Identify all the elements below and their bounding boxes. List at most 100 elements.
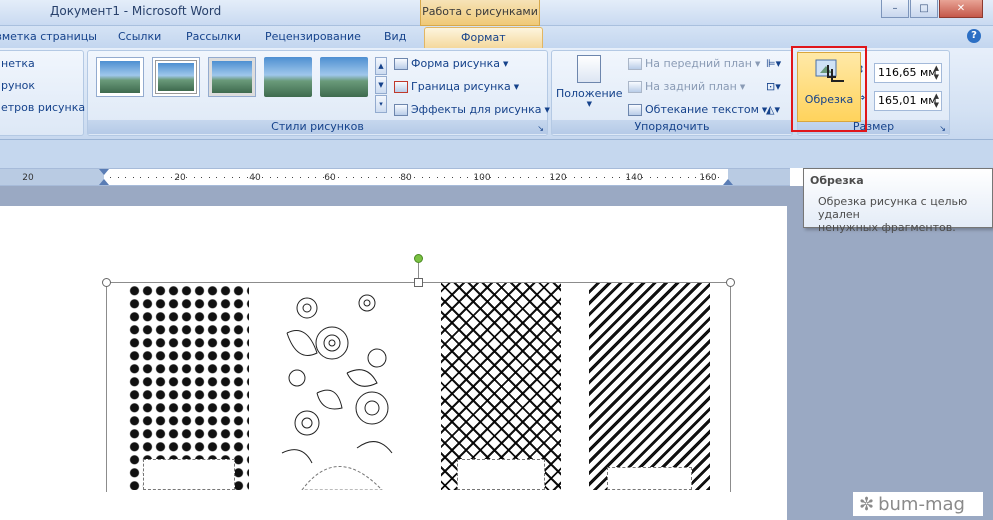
rotate-icon[interactable]: ◭▾	[766, 103, 780, 116]
ruler-dot	[702, 177, 704, 178]
tooltip-title: Обрезка	[810, 174, 864, 187]
ruler-dot	[558, 177, 560, 178]
position-button[interactable]: Положение ▼	[556, 55, 623, 108]
text-wrap-button[interactable]: Обтекание текстом ▼	[628, 103, 767, 116]
ruler-dot	[611, 177, 613, 178]
ruler-dot	[657, 177, 659, 178]
group-icon[interactable]: ⊡▾	[766, 80, 781, 93]
resize-handle-top-right[interactable]	[726, 278, 735, 287]
position-icon	[577, 55, 602, 83]
picture-selection-frame[interactable]	[106, 282, 731, 492]
style-thumb[interactable]	[152, 57, 200, 97]
ruler-dot	[284, 177, 286, 178]
ruler-dot	[604, 177, 605, 178]
tab-references[interactable]: Ссылки	[118, 30, 161, 43]
ruler-dot	[178, 177, 180, 178]
style-gallery	[96, 57, 368, 97]
ruler-dot	[414, 177, 415, 178]
width-value: 165,01 мм	[878, 94, 937, 107]
ruler-dot	[117, 177, 119, 178]
ruler-label: 80	[400, 173, 412, 183]
ruler-dot	[626, 177, 628, 178]
send-back-label: На задний план	[645, 80, 737, 93]
help-icon[interactable]: ?	[967, 29, 981, 43]
height-input[interactable]: 116,65 мм ▲ ▼	[874, 63, 942, 83]
dropdown-arrow-icon: ▼	[502, 59, 509, 68]
tab-format[interactable]: Формат	[424, 27, 543, 49]
ribbon-bottom-band	[0, 140, 993, 168]
resize-handle-top-left[interactable]	[102, 278, 111, 287]
ruler-dot	[125, 177, 127, 178]
tab-view[interactable]: Вид	[384, 30, 406, 43]
ruler-dot	[322, 177, 324, 178]
title-bar: Документ1 - Microsoft Word Работа с рису…	[0, 0, 993, 26]
tab-page-layout[interactable]: зметка страницы	[0, 30, 97, 43]
ribbon-item-2[interactable]: рунок	[1, 79, 35, 92]
gallery-up-icon[interactable]: ▲	[375, 57, 387, 75]
ruler-dot	[718, 177, 719, 178]
gallery-down-icon[interactable]: ▼	[375, 76, 387, 94]
right-indent-icon[interactable]	[723, 179, 733, 185]
ruler-dot	[444, 177, 446, 178]
style-thumb[interactable]	[208, 57, 256, 97]
align-icon[interactable]: ⊫▾	[766, 57, 781, 70]
horizontal-ruler[interactable]: 20 20 40 60 80 100 120 140 160	[0, 168, 790, 186]
tab-review[interactable]: Рецензирование	[265, 30, 361, 43]
ribbon-tabs: зметка страницы Ссылки Рассылки Рецензир…	[0, 26, 993, 49]
ruler-dot	[186, 177, 187, 178]
send-back-button[interactable]: На задний план ▼	[628, 80, 745, 93]
first-line-indent-icon[interactable]	[99, 169, 109, 175]
picture-effects-button[interactable]: Эффекты для рисунка ▼	[394, 103, 550, 116]
resize-handle-top[interactable]	[414, 278, 423, 287]
width-input[interactable]: 165,01 мм ▲ ▼	[874, 91, 942, 111]
dialog-launcher-icon[interactable]: ↘	[537, 124, 544, 133]
ruler-dot	[140, 177, 142, 178]
ruler-dot	[292, 177, 294, 178]
ruler-dot	[254, 177, 256, 178]
minimize-button[interactable]: –	[881, 0, 909, 18]
tab-mailings[interactable]: Рассылки	[186, 30, 241, 43]
ruler-dot	[239, 177, 241, 178]
ruler-dot	[368, 177, 370, 178]
spinner-icon[interactable]: ▲ ▼	[934, 92, 939, 110]
position-label: Положение	[556, 87, 623, 100]
picture-border-button[interactable]: Граница рисунка ▼	[394, 80, 519, 93]
ruler-dot	[224, 177, 225, 178]
ruler-dot	[680, 177, 681, 178]
gallery-more-icon[interactable]: ▾	[375, 95, 387, 113]
crop-tooltip: Обрезка Обрезка рисунка с целью удален н…	[803, 168, 993, 234]
group-label-styles: Стили рисунков	[88, 120, 547, 134]
ruler-dot	[634, 177, 636, 178]
picture-shape-button[interactable]: Форма рисунка ▼	[394, 57, 508, 70]
ruler-dot	[687, 177, 689, 178]
close-button[interactable]: ✕	[939, 0, 983, 18]
ruler-label: 60	[324, 173, 336, 183]
shape-icon	[394, 57, 408, 70]
spinner-icon[interactable]: ▲ ▼	[934, 64, 939, 82]
ruler-dot	[695, 177, 697, 178]
rotate-handle[interactable]	[414, 254, 423, 263]
ruler-dot	[345, 177, 347, 178]
ruler-dot	[596, 177, 598, 178]
hanging-indent-icon[interactable]	[99, 179, 109, 185]
style-thumb[interactable]	[320, 57, 368, 97]
ribbon-item-3[interactable]: етров рисунка	[1, 101, 85, 114]
ruler-dot	[110, 177, 111, 178]
ruler-dot	[170, 177, 172, 178]
style-thumb[interactable]	[264, 57, 312, 97]
ruler-dot	[664, 177, 666, 178]
ruler-dot	[376, 177, 377, 178]
maximize-button[interactable]: □	[910, 0, 938, 18]
ruler-dot	[155, 177, 157, 178]
ruler-dot	[452, 177, 453, 178]
style-thumb[interactable]	[96, 57, 144, 97]
ruler-dot	[300, 177, 301, 178]
ruler-dot	[315, 177, 317, 178]
ruler-dot	[163, 177, 165, 178]
tooltip-body-line1: Обрезка рисунка с целью удален	[818, 195, 968, 221]
dialog-launcher-icon[interactable]: ↘	[939, 124, 946, 133]
ruler-dot	[338, 177, 339, 178]
ribbon-item-1[interactable]: нетка	[1, 57, 35, 70]
bring-front-button[interactable]: На передний план ▼	[628, 57, 760, 70]
dropdown-arrow-icon: ▼	[586, 100, 592, 108]
